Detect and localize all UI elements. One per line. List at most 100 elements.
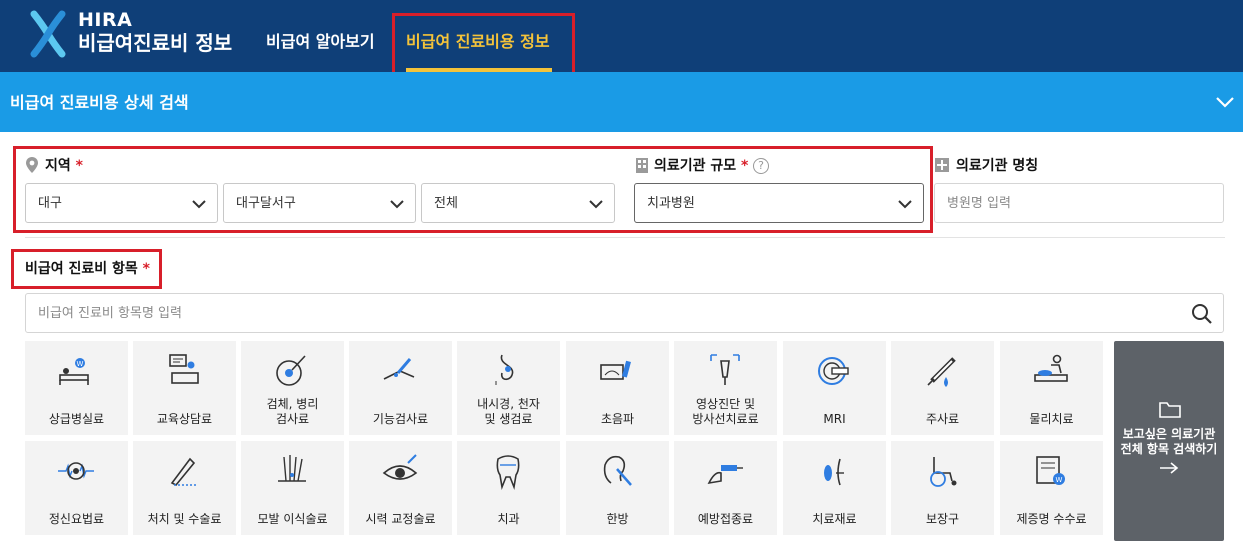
facility-size-label: 의료기관 규모 * (654, 156, 748, 176)
category-tile-materials[interactable]: 치료재료 (783, 441, 886, 535)
endoscope-icon (495, 354, 514, 385)
location-pin-icon (26, 157, 38, 173)
nav-item-cost-info[interactable]: 비급여 진료비용 정보 (406, 32, 550, 52)
category-tile-endoscopy[interactable]: 내시경, 천자 및 생검료 (457, 341, 560, 435)
category-tile-room[interactable]: W 상급병실료 (25, 341, 128, 435)
top-header: HIRA 비급여진료비 정보 비급여 알아보기 비급여 진료비용 정보 (0, 0, 1243, 72)
category-label: 정신요법료 (48, 512, 105, 526)
category-label: 기능검사료 (372, 412, 429, 426)
certificate-icon: W (1036, 456, 1065, 485)
category-tile-vision[interactable]: 시력 교정술료 (349, 441, 452, 535)
region-area-select[interactable]: 전체 (421, 183, 615, 223)
category-label: 교육상담료 (156, 412, 213, 426)
vaccine-icon (707, 465, 743, 485)
category-tile-physio[interactable]: 물리치료 (1000, 341, 1103, 435)
category-label: 보장구 (925, 512, 960, 526)
chevron-down-icon (898, 200, 912, 209)
category-tile-vaccination[interactable]: 예방접종료 (674, 441, 777, 535)
question-icon[interactable]: ? (753, 158, 769, 174)
logo-line-1: HIRA (78, 9, 133, 31)
category-label: 주사료 (925, 412, 960, 426)
radiology-icon (710, 354, 740, 385)
wheelchair-icon (930, 457, 957, 487)
brain-wave-icon (58, 462, 94, 480)
medical-material-icon (824, 458, 844, 486)
category-tile-psychotherapy[interactable]: 정신요법료 (25, 441, 128, 535)
facility-name-label: 의료기관 명칭 (956, 158, 1039, 174)
region-district-select[interactable]: 대구달서구 (223, 183, 416, 223)
view-all-items-button[interactable]: 보고싶은 의료기관 전체 항목 검색하기 (1114, 341, 1224, 541)
chevron-down-icon[interactable] (1215, 92, 1235, 112)
category-label: 영상진단 및 방사선치료료 (692, 397, 759, 426)
search-icon[interactable] (1191, 303, 1213, 325)
section-divider (25, 237, 1225, 238)
site-logo-text[interactable]: HIRA 비급여진료비 정보 (78, 10, 232, 56)
detail-search-title: 비급여 진료비용 상세 검색 (10, 93, 189, 112)
detail-search-bar[interactable]: 비급여 진료비용 상세 검색 (0, 72, 1243, 132)
items-label-text: 비급여 진료비 항목 (25, 261, 138, 277)
category-tile-injection[interactable]: 주사료 (891, 341, 994, 435)
input-placeholder: 병원명 입력 (947, 196, 1011, 211)
category-label: 한방 (606, 512, 629, 526)
category-tile-hair[interactable]: 모발 이식술료 (241, 441, 344, 535)
category-tile-ultrasound[interactable]: 초음파 (566, 341, 669, 435)
required-mark: * (142, 261, 150, 277)
scalpel-icon (170, 457, 198, 487)
category-tile-certificate[interactable]: W 제증명 수수료 (1000, 441, 1103, 535)
syringe-icon (927, 357, 956, 387)
eye-icon (382, 454, 418, 480)
category-label: 치과 (497, 512, 520, 526)
select-value: 대구 (38, 196, 62, 211)
region-label-text: 지역 (45, 158, 71, 174)
facility-size-select[interactable]: 치과병원 (634, 183, 924, 223)
region-city-select[interactable]: 대구 (25, 183, 218, 223)
chevron-down-icon (589, 200, 603, 209)
item-search-input[interactable]: 비급여 진료비 항목명 입력 (25, 293, 1224, 333)
counseling-icon (169, 354, 199, 384)
building-icon (636, 158, 648, 173)
input-placeholder: 비급여 진료비 항목명 입력 (38, 306, 182, 321)
category-tile-oriental[interactable]: 한방 (566, 441, 669, 535)
chevron-down-icon (390, 200, 404, 209)
category-tile-mri[interactable]: MRI (783, 341, 886, 435)
facility-name-input[interactable]: 병원명 입력 (934, 183, 1224, 223)
required-mark: * (741, 158, 749, 174)
physical-therapy-icon (1034, 354, 1068, 382)
tooth-icon (496, 455, 520, 490)
category-tile-surgery[interactable]: 처치 및 수술료 (133, 441, 236, 535)
folder-icon (1159, 402, 1181, 418)
category-label: 내시경, 천자 및 생검료 (477, 397, 540, 426)
view-all-text: 보고싶은 의료기관 전체 항목 검색하기 (1120, 427, 1218, 456)
hospital-bed-icon: W (59, 358, 89, 385)
region-label: 지역 * (45, 156, 83, 176)
required-mark: * (75, 158, 83, 174)
ultrasound-icon (600, 360, 631, 380)
category-tile-counseling[interactable]: 교육상담료 (133, 341, 236, 435)
hira-logo-icon[interactable] (28, 10, 68, 58)
function-test-icon (383, 358, 415, 380)
category-label: 초음파 (600, 412, 635, 426)
category-label: 처치 및 수술료 (147, 512, 222, 526)
svg-text:W: W (1056, 476, 1063, 484)
chevron-down-icon (192, 200, 206, 209)
category-label: 검체, 병리 검사료 (266, 397, 319, 426)
select-value: 대구달서구 (236, 196, 296, 211)
items-label: 비급여 진료비 항목 * (25, 259, 150, 279)
microscope-icon (276, 355, 306, 386)
mri-icon (818, 357, 849, 385)
category-tile-pathology[interactable]: 검체, 병리 검사료 (241, 341, 344, 435)
category-label: 시력 교정술료 (365, 512, 436, 526)
logo-line-2: 비급여진료비 정보 (78, 31, 233, 55)
category-label: 예방접종료 (697, 512, 754, 526)
category-tile-dental[interactable]: 치과 (457, 441, 560, 535)
select-value: 치과병원 (647, 196, 695, 211)
acupuncture-icon (603, 455, 632, 486)
nav-item-about-noncovered[interactable]: 비급여 알아보기 (266, 32, 375, 52)
arrow-right-icon (1160, 462, 1179, 474)
category-tile-assistive[interactable]: 보장구 (891, 441, 994, 535)
category-tile-radiology[interactable]: 영상진단 및 방사선치료료 (674, 341, 777, 435)
category-label: 물리치료 (1029, 412, 1074, 426)
category-tile-function-test[interactable]: 기능검사료 (349, 341, 452, 435)
svg-text:W: W (77, 360, 84, 368)
category-label: 모발 이식술료 (257, 512, 328, 526)
